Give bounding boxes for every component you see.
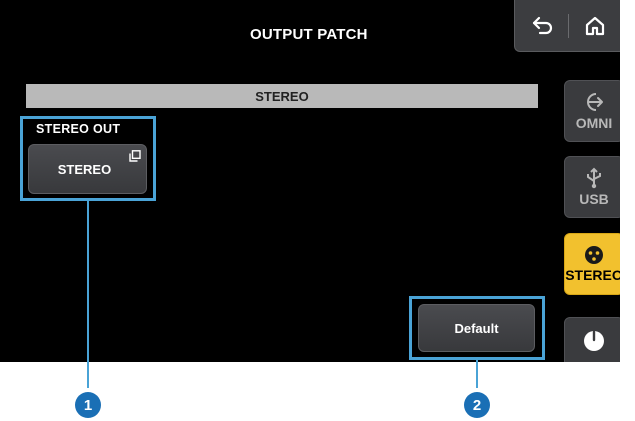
- callout-marker-1: 1: [75, 392, 101, 418]
- callout-leader-2: [476, 360, 478, 388]
- stereo-channel-bar: STEREO: [26, 84, 538, 108]
- back-button[interactable]: [525, 10, 561, 42]
- tab-omni[interactable]: OMNI: [564, 80, 620, 142]
- home-icon: [585, 16, 605, 36]
- tab-meter[interactable]: [564, 317, 620, 362]
- tab-omni-label: OMNI: [575, 115, 613, 131]
- callout-box-2: [409, 296, 545, 360]
- xlr-connector-icon: [585, 246, 603, 264]
- nav-bar: [514, 0, 620, 52]
- nav-divider: [568, 14, 569, 38]
- callout-box-1: [20, 116, 156, 201]
- output-arrow-icon: [587, 93, 603, 111]
- usb-icon: [587, 167, 601, 189]
- callout-leader-1: [87, 201, 89, 388]
- tab-usb-label: USB: [579, 191, 609, 207]
- callout-marker-2: 2: [464, 392, 490, 418]
- home-button[interactable]: [577, 10, 613, 42]
- page-title: OUTPUT PATCH: [250, 26, 368, 43]
- back-arrow-icon: [532, 16, 553, 35]
- tab-usb[interactable]: USB: [564, 156, 620, 218]
- tab-stereo[interactable]: STEREO: [564, 233, 620, 295]
- tab-stereo-label: STEREO: [565, 267, 620, 283]
- knob-icon: [584, 330, 604, 351]
